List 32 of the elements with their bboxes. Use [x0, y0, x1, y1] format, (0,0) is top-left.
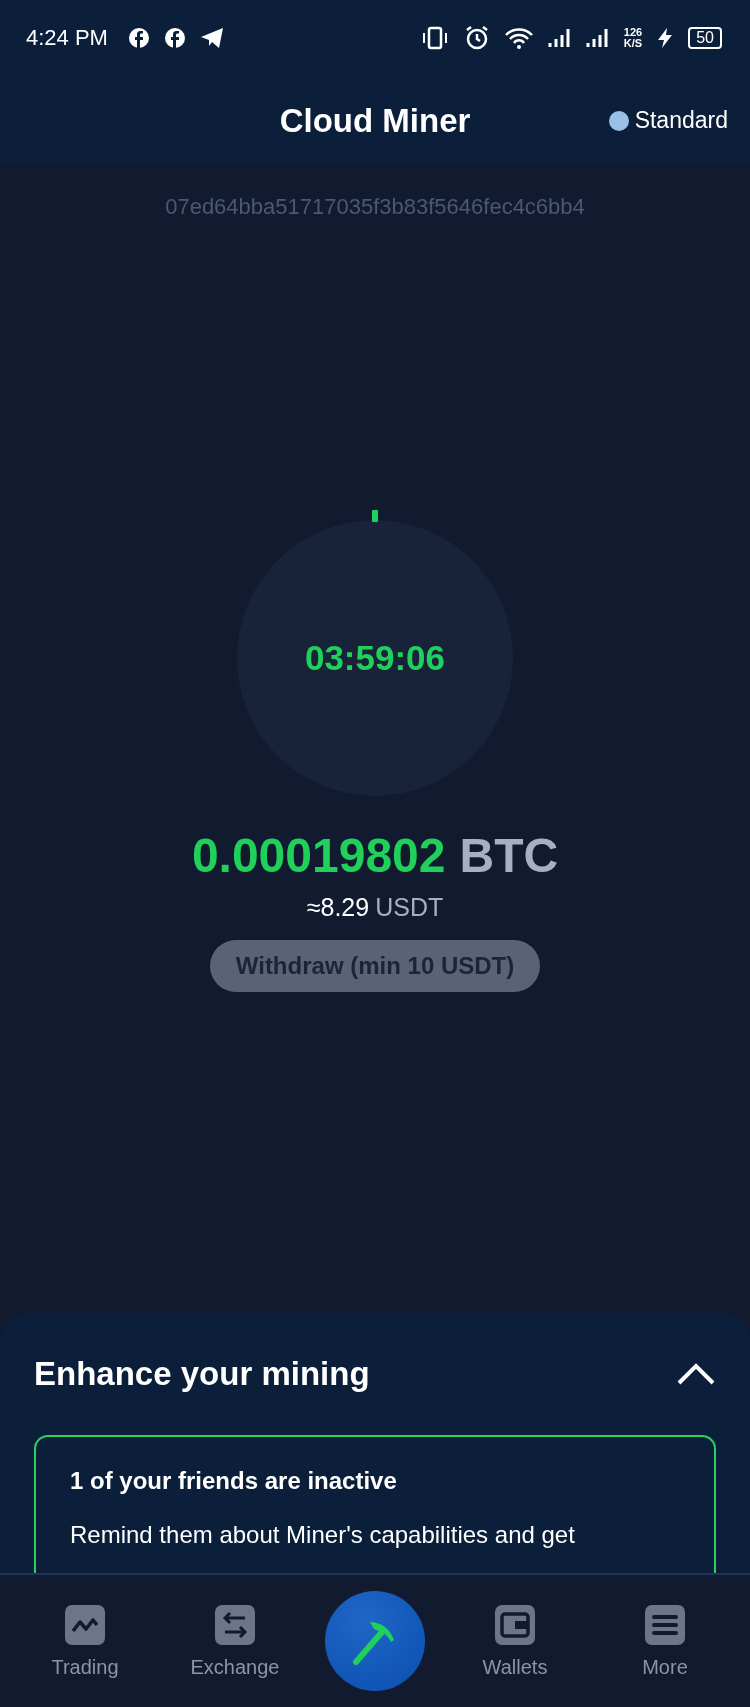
facebook-icon	[127, 26, 150, 49]
nav-tab[interactable]: Exchange	[175, 1602, 295, 1680]
chevron-icon[interactable]	[676, 1362, 716, 1386]
usdt-label: USDT	[375, 893, 444, 922]
currency-label: BTC	[459, 828, 559, 883]
signal-icon	[547, 26, 572, 49]
miner-id: 07ed64bba51717035f3b83f5646fec4c6bb4	[165, 194, 585, 220]
plan-label: Standard	[634, 107, 728, 134]
timer-text: 03:59:06	[304, 638, 446, 678]
facebook-icon	[163, 26, 186, 49]
signal-icon	[585, 26, 610, 49]
card-title: 1 of your friends are inactive	[70, 1467, 398, 1495]
sheet-title: Enhance your mining	[34, 1355, 370, 1393]
nav-tab[interactable]: More	[605, 1602, 725, 1680]
menu-icon	[644, 1603, 686, 1646]
paper-plane-icon	[199, 26, 224, 49]
card-text: Remind them about Miner's capabilities and get	[70, 1521, 576, 1549]
swap-arrows-icon	[214, 1603, 256, 1646]
page-title: Cloud Miner	[279, 101, 471, 140]
btc-amount: 0.00019802	[191, 828, 446, 883]
network-speed: 126	[623, 26, 643, 38]
nav-tab[interactable]: Trading	[25, 1602, 145, 1680]
status-time: 4:24 PM	[26, 24, 108, 51]
usdt-value: ≈8.29	[306, 893, 370, 922]
progress-tick	[372, 510, 378, 522]
wifi-icon	[503, 25, 534, 50]
lightning-icon	[656, 26, 675, 49]
plan-dot	[608, 110, 629, 131]
wallet-icon	[494, 1603, 536, 1646]
battery-level: 50	[688, 26, 722, 49]
network-speed-unit: K/S	[623, 37, 643, 49]
nav-tab[interactable]: Wallets	[455, 1602, 575, 1680]
